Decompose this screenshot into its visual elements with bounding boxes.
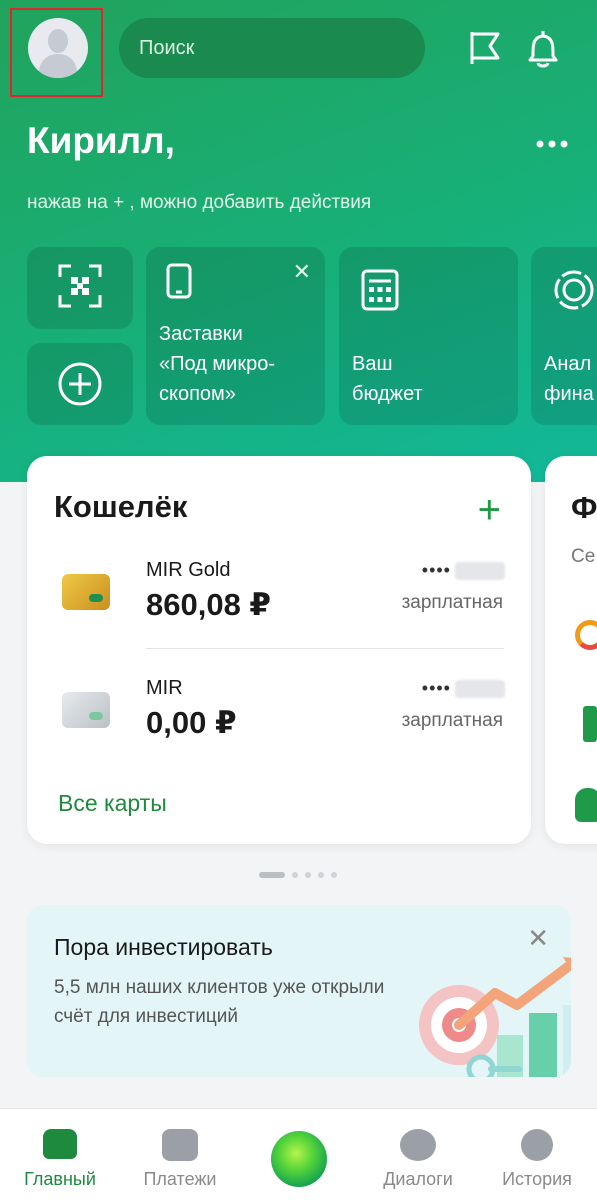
wallet-card[interactable]: Кошелёк + MIR Gold 860,08 ₽ •••• зарплат… bbox=[27, 456, 531, 844]
money-bag-icon bbox=[575, 788, 597, 822]
tab-dialogs[interactable]: Диалоги bbox=[363, 1109, 473, 1200]
screensaver-tile-label: Заставки «Под микро- скопом» bbox=[159, 323, 275, 405]
divider bbox=[146, 648, 504, 649]
greeting-name: Кирилл, bbox=[27, 120, 175, 161]
assistant-orb-button[interactable] bbox=[271, 1131, 327, 1187]
calculator-icon bbox=[361, 269, 399, 311]
qr-scan-icon bbox=[57, 263, 103, 309]
account-balance: 0,00 ₽ bbox=[146, 705, 237, 740]
screensaver-tile[interactable]: ✕ Заставки «Под микро- скопом» bbox=[146, 247, 325, 425]
mir-gold-card-icon bbox=[62, 574, 110, 610]
account-row[interactable]: MIR 0,00 ₽ •••• зарплатная bbox=[27, 672, 531, 762]
budget-tile[interactable]: Ваш бюджет bbox=[339, 247, 518, 425]
card-number-mask: •••• bbox=[422, 678, 505, 699]
flag-icon[interactable] bbox=[466, 26, 506, 70]
calculator-icon bbox=[583, 706, 597, 742]
next-card-peek[interactable]: Ф Се bbox=[545, 456, 597, 844]
avatar[interactable] bbox=[28, 18, 88, 78]
card-number-mask: •••• bbox=[422, 560, 505, 581]
all-cards-link[interactable]: Все карты bbox=[58, 790, 167, 817]
tab-history[interactable]: История bbox=[482, 1109, 592, 1200]
peek-card-title: Ф bbox=[571, 490, 597, 525]
account-type: зарплатная bbox=[401, 710, 503, 731]
finance-analysis-tile[interactable]: Анал фина bbox=[531, 247, 597, 425]
peek-card-subtitle: Се bbox=[571, 546, 596, 567]
account-name: MIR bbox=[146, 677, 183, 699]
donut-chart-icon bbox=[553, 269, 595, 311]
profile-avatar-highlight[interactable] bbox=[10, 8, 103, 97]
add-action-tile[interactable] bbox=[27, 343, 133, 425]
qr-scan-tile[interactable] bbox=[27, 247, 133, 329]
tab-home[interactable]: Главный bbox=[5, 1109, 115, 1200]
add-card-button[interactable]: + bbox=[478, 490, 501, 530]
clock-icon bbox=[521, 1129, 553, 1161]
account-name: MIR Gold bbox=[146, 559, 231, 581]
promo-title: Пора инвестировать bbox=[54, 934, 273, 960]
greeting-hint: нажав на + , можно добавить действия bbox=[27, 192, 372, 213]
promo-text: 5,5 млн наших клиентов уже открыли счёт … bbox=[54, 977, 385, 1027]
tab-payments[interactable]: Платежи bbox=[125, 1109, 235, 1200]
plus-circle-icon bbox=[57, 361, 103, 407]
wallet-title: Кошелёк bbox=[54, 489, 188, 524]
investment-illustration bbox=[387, 945, 571, 1077]
account-type: зарплатная bbox=[401, 592, 503, 613]
more-menu-icon[interactable] bbox=[530, 130, 574, 158]
budget-tile-label: Ваш бюджет bbox=[352, 353, 423, 405]
home-icon bbox=[43, 1129, 77, 1159]
phone-icon bbox=[166, 263, 192, 299]
bell-icon[interactable] bbox=[523, 26, 563, 70]
account-balance: 860,08 ₽ bbox=[146, 587, 271, 622]
account-row[interactable]: MIR Gold 860,08 ₽ •••• зарплатная bbox=[27, 554, 531, 644]
mir-card-icon bbox=[62, 692, 110, 728]
search-input[interactable]: Поиск bbox=[119, 18, 425, 78]
finance-analysis-tile-label: Анал фина bbox=[544, 353, 594, 405]
transfer-icon bbox=[162, 1129, 198, 1161]
close-icon[interactable]: ✕ bbox=[293, 259, 311, 285]
invest-promo-banner[interactable]: Пора инвестировать 5,5 млн наших клиенто… bbox=[27, 905, 571, 1077]
donut-chart-icon bbox=[575, 620, 597, 650]
chat-bubble-icon bbox=[400, 1129, 436, 1161]
